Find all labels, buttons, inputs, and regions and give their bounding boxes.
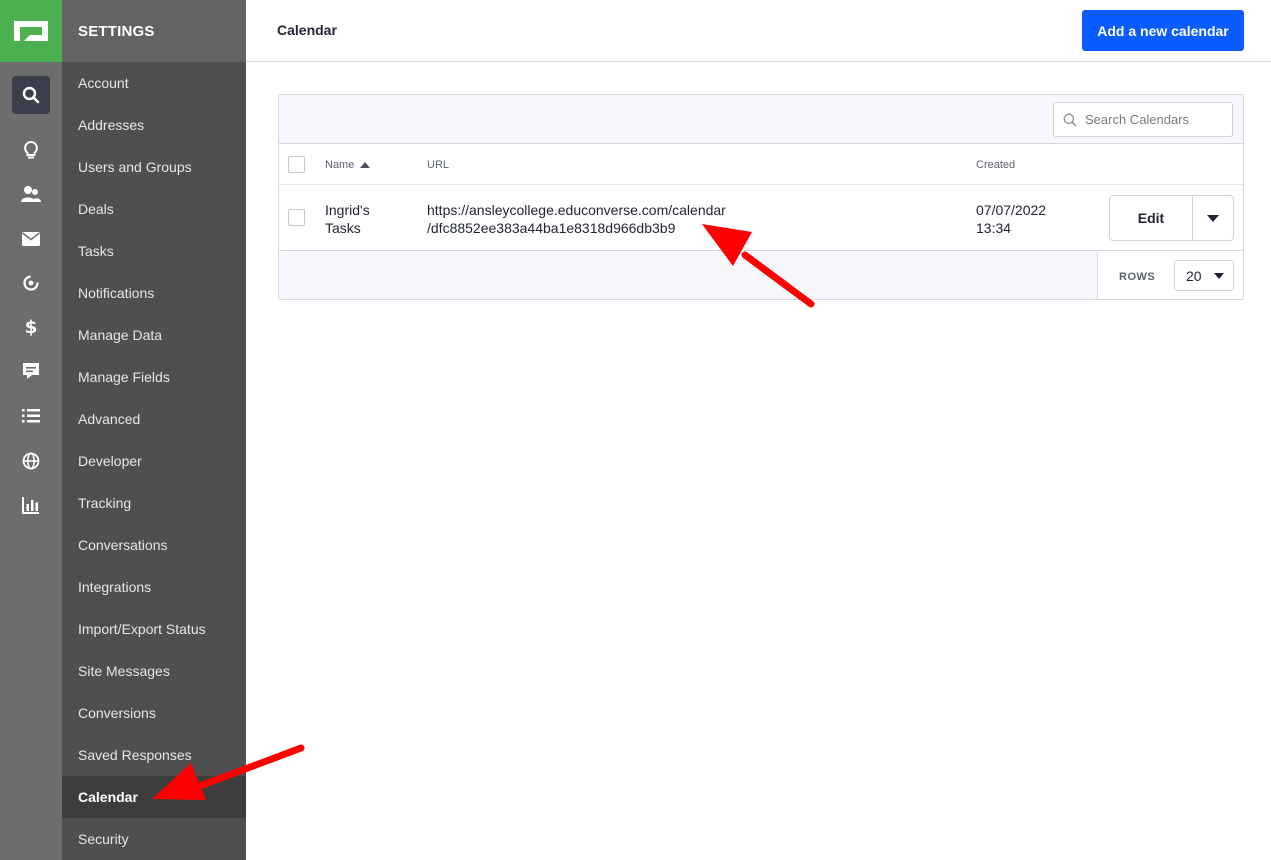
app-logo[interactable] [0,0,62,62]
sidebar-title: SETTINGS [62,0,246,62]
conversations-icon [23,363,39,379]
select-all-checkbox[interactable] [288,156,305,173]
list-icon [22,409,40,423]
column-header-name[interactable]: Name [325,159,371,171]
table-row: Ingrid's Tasks https://ansleycollege.edu… [279,185,1243,251]
row-actions-dropdown[interactable] [1193,196,1233,240]
sidebar-item-saved-responses[interactable]: Saved Responses [62,734,246,776]
sidebar-item-addresses[interactable]: Addresses [62,104,246,146]
logo-icon [14,21,48,41]
svg-text:$: $ [25,317,38,337]
chevron-down-icon [1214,272,1224,279]
sidebar-item-import-export-status[interactable]: Import/Export Status [62,608,246,650]
calendar-name-line-1: Ingrid's [325,202,370,218]
rows-per-page-value: 20 [1186,267,1202,284]
sort-ascending-icon [360,162,371,168]
sidebar-item-developer[interactable]: Developer [62,440,246,482]
mail-nav[interactable] [12,220,50,258]
sidebar-item-tracking[interactable]: Tracking [62,482,246,524]
mail-icon [22,232,40,246]
calendar-name: Ingrid's Tasks [325,201,395,237]
search-icon [1063,113,1077,126]
dollar-icon: $ [25,317,38,337]
calendar-url: https://ansleycollege.educonverse.com/ca… [427,201,767,237]
sidebar-item-manage-fields[interactable]: Manage Fields [62,356,246,398]
lists-nav[interactable] [12,397,50,435]
settings-nav: Account Addresses Users and Groups Deals… [62,62,246,860]
conversations-nav[interactable] [12,352,50,390]
search-box[interactable] [1053,102,1233,137]
settings-sidebar: SETTINGS Account Addresses Users and Gro… [62,0,246,860]
created-time: 13:34 [976,220,1012,236]
sidebar-item-conversations[interactable]: Conversations [62,524,246,566]
lightbulb-icon [24,140,38,159]
add-calendar-button[interactable]: Add a new calendar [1082,10,1244,51]
table-toolbar [279,95,1243,144]
search-icon [22,86,40,104]
deals-nav[interactable]: $ [12,308,50,346]
contacts-nav[interactable] [12,175,50,213]
rows-per-page-select[interactable]: 20 [1174,260,1234,291]
calendar-url-line-1: https://ansleycollege.educonverse.com/ca… [427,202,726,218]
rows-per-page-label: ROWS [1119,271,1156,283]
reports-icon [22,497,39,514]
sidebar-item-manage-data[interactable]: Manage Data [62,314,246,356]
sites-nav[interactable] [12,442,50,480]
column-header-created: Created [976,159,1016,171]
search-nav[interactable] [12,76,50,114]
row-checkbox[interactable] [288,209,305,226]
sidebar-item-advanced[interactable]: Advanced [62,398,246,440]
automation-icon [23,275,39,291]
calendars-table: Name URL Created Ingrid's Tasks https://… [278,94,1244,300]
icon-rail: $ [0,0,62,860]
ideas-nav[interactable] [12,131,50,169]
contacts-icon [21,186,41,202]
page-title: Calendar [277,22,337,38]
column-header-name-label: Name [325,159,355,171]
calendar-url-line-2: /dfc8852ee383a44ba1e8318d966db3b9 [427,220,676,236]
sidebar-item-integrations[interactable]: Integrations [62,566,246,608]
sidebar-item-calendar[interactable]: Calendar [62,776,246,818]
calendar-created: 07/07/2022 13:34 [976,201,1076,237]
edit-button[interactable]: Edit [1110,196,1193,240]
sidebar-item-notifications[interactable]: Notifications [62,272,246,314]
reports-nav[interactable] [12,486,50,524]
automation-nav[interactable] [12,264,50,302]
globe-icon [22,452,40,470]
table-footer: ROWS 20 [279,252,1243,299]
page-header: Calendar Add a new calendar [246,0,1271,62]
sidebar-item-security[interactable]: Security [62,818,246,860]
created-date: 07/07/2022 [976,202,1047,218]
sidebar-item-conversions[interactable]: Conversions [62,692,246,734]
sidebar-item-tasks[interactable]: Tasks [62,230,246,272]
search-input[interactable] [1085,112,1225,127]
sidebar-item-account[interactable]: Account [62,62,246,104]
sidebar-item-users-and-groups[interactable]: Users and Groups [62,146,246,188]
chevron-down-icon [1207,214,1219,222]
calendar-name-line-2: Tasks [325,220,361,236]
sidebar-item-site-messages[interactable]: Site Messages [62,650,246,692]
sidebar-item-deals[interactable]: Deals [62,188,246,230]
row-actions: Edit [1109,195,1234,241]
table-header-row: Name URL Created [279,144,1243,185]
column-header-url: URL [427,159,450,171]
pagination-controls: ROWS 20 [1098,252,1243,299]
